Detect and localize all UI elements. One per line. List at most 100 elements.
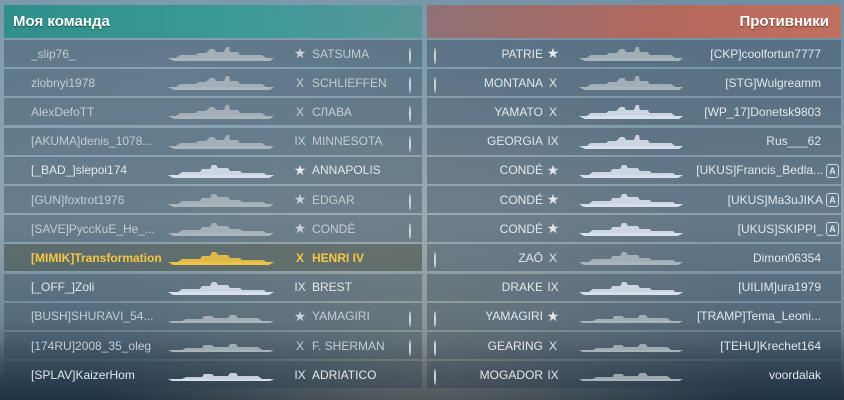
player-row[interactable]: zlobnyi1978 X SCHLIEFFEN <box>4 69 422 97</box>
ship-tier: IX <box>294 134 306 149</box>
player-row[interactable]: [AKUMA]denis_1078... IX MINNESOTA <box>4 127 422 155</box>
ship-tier: X <box>295 104 304 119</box>
ship-tier: ★ <box>546 161 560 178</box>
ship-silhouette-icon <box>166 309 276 325</box>
ship-tier: X <box>295 250 304 265</box>
ship-silhouette-icon <box>577 134 685 150</box>
player-row[interactable]: [BUSH]SHURAVI_54... ★ YAMAGIRI <box>4 302 422 330</box>
player-name: [UKUS]SKIPPI_ <box>737 221 823 236</box>
status-dot-icon <box>409 77 411 94</box>
player-row[interactable]: PATRIE ★ [CKP]coolfortun7777 <box>427 40 841 67</box>
player-name: AlexDefoTT <box>31 104 95 119</box>
ship-silhouette-icon <box>166 46 276 62</box>
player-row[interactable]: [MIMIK]Transformation X HENRI IV <box>4 244 422 272</box>
player-row[interactable]: YAMAGIRI ★ [TRAMP]Tema_Leoni... <box>427 302 841 330</box>
ship-tier: ★ <box>293 191 307 207</box>
player-row[interactable]: [174RU]2008_35_oleg X F. SHERMAN <box>4 332 422 359</box>
status-indicator <box>409 48 411 64</box>
my-team-header: Моя команда <box>4 5 422 38</box>
player-row[interactable]: [_BAD_]slepoi174 ★ ANNAPOLIS <box>4 156 422 184</box>
player-row[interactable]: AlexDefoTT X СЛАВА <box>4 98 422 126</box>
ship-tier: ★ <box>546 220 560 237</box>
status-dot-icon <box>434 252 436 269</box>
ship-name: GEORGIA <box>486 134 543 149</box>
division-badge-icon: A <box>826 193 839 207</box>
ship-name: GEARING <box>487 338 543 353</box>
player-name: [CKP]coolfortun7777 <box>710 46 821 61</box>
ship-tier: X <box>548 75 557 90</box>
ship-name: BREST <box>312 280 353 295</box>
status-indicator <box>409 106 411 123</box>
status-indicator <box>409 194 411 210</box>
status-indicator <box>434 252 436 269</box>
player-name: [SAVE]РуссКuE_He_... <box>31 221 156 236</box>
ship-silhouette-icon <box>166 338 276 354</box>
status-dot-icon <box>434 340 436 356</box>
ship-silhouette-icon <box>166 367 276 383</box>
status-indicator <box>434 340 436 356</box>
player-row[interactable]: CONDÉ ★ [UKUS]SKIPPI_ A <box>427 215 841 243</box>
ship-name: YAMAGIRI <box>485 309 543 324</box>
player-row[interactable]: YAMATO X [WP_17]Donetsk9803 <box>427 98 841 126</box>
player-name: [_OFF_]Zoli <box>31 280 95 295</box>
ship-silhouette-icon <box>166 75 276 91</box>
ship-name: YAMAGIRI <box>312 309 370 324</box>
player-name: [MIMIK]Transformation <box>31 250 162 265</box>
status-indicator <box>434 77 436 94</box>
status-dot-icon <box>409 135 411 152</box>
ship-name: ADRIATICO <box>312 367 377 382</box>
player-name: [_BAD_]slepoi174 <box>31 163 128 178</box>
ship-silhouette-icon <box>166 104 276 120</box>
ship-tier: X <box>548 104 557 119</box>
status-dot-icon <box>434 369 436 386</box>
ship-name: MINNESOTA <box>312 134 383 149</box>
player-row[interactable]: GEORGIA IX Rus___62 <box>427 127 841 155</box>
player-row[interactable]: [SAVE]РуссКuE_He_... ★ CONDÉ <box>4 215 422 243</box>
ship-name: HENRI IV <box>312 250 365 265</box>
status-indicator <box>434 369 436 386</box>
player-name: [TRAMP]Tema_Leoni... <box>696 309 821 324</box>
status-indicator <box>409 77 411 94</box>
ship-silhouette-icon <box>577 163 685 179</box>
ship-name: EDGAR <box>312 192 355 207</box>
ship-name: CONDÉ <box>499 221 543 236</box>
ship-name: ZAŌ <box>518 250 543 265</box>
ship-silhouette-icon <box>577 75 685 91</box>
player-name: [UKUS]Francis_Bedla... <box>696 163 823 178</box>
my-team-panel: Моя команда _slip76_ ★ SATSUMA zlobnyi1978 X… <box>4 5 422 397</box>
player-row[interactable]: [GUN]foxtrot1976 ★ EDGAR <box>4 186 422 213</box>
status-dot-icon <box>409 310 411 327</box>
ship-tier: IX <box>547 367 559 382</box>
player-name: _slip76_ <box>31 46 76 61</box>
player-row[interactable]: _slip76_ ★ SATSUMA <box>4 40 422 67</box>
player-name: [TEHU]Krechet164 <box>720 338 821 353</box>
player-row[interactable]: CONDÉ ★ [UKUS]Ma3uJIKA A <box>427 186 841 213</box>
player-row[interactable]: [_OFF_]Zoli IX BREST <box>4 273 422 301</box>
status-dot-icon <box>434 310 436 327</box>
player-row[interactable]: ZAŌ X Dimon06354 <box>427 244 841 272</box>
status-indicator <box>434 310 436 327</box>
player-row[interactable]: CONDÉ ★ [UKUS]Francis_Bedla... A <box>427 156 841 184</box>
ship-name: CONDÉ <box>499 192 543 207</box>
status-dot-icon <box>434 77 436 94</box>
ship-silhouette-icon <box>166 163 276 179</box>
ship-silhouette-icon <box>166 280 276 296</box>
player-row[interactable]: MONTANA X [STG]Wulgreamm <box>427 69 841 97</box>
my-team-title: Моя команда <box>13 13 110 30</box>
player-row[interactable]: GEARING X [TEHU]Krechet164 <box>427 332 841 359</box>
player-row[interactable]: MOGADOR IX voordalak <box>427 361 841 389</box>
player-name: [UILIM]ura1979 <box>738 280 821 295</box>
ship-tier: ★ <box>546 45 560 61</box>
status-indicator <box>434 48 436 64</box>
ship-name: YAMATO <box>494 104 543 119</box>
player-name: [WP_17]Donetsk9803 <box>704 104 821 119</box>
player-row[interactable]: DRAKE IX [UILIM]ura1979 <box>427 273 841 301</box>
player-row[interactable]: [SPLAV]KaizerHom IX ADRIATICO <box>4 361 422 389</box>
status-indicator <box>409 340 411 356</box>
status-dot-icon <box>409 340 411 356</box>
ship-silhouette-icon <box>577 104 685 120</box>
player-name: [SPLAV]KaizerHom <box>31 367 135 382</box>
ship-name: SATSUMA <box>312 46 370 61</box>
ship-tier: ★ <box>293 307 307 324</box>
player-name: [GUN]foxtrot1976 <box>31 192 125 207</box>
